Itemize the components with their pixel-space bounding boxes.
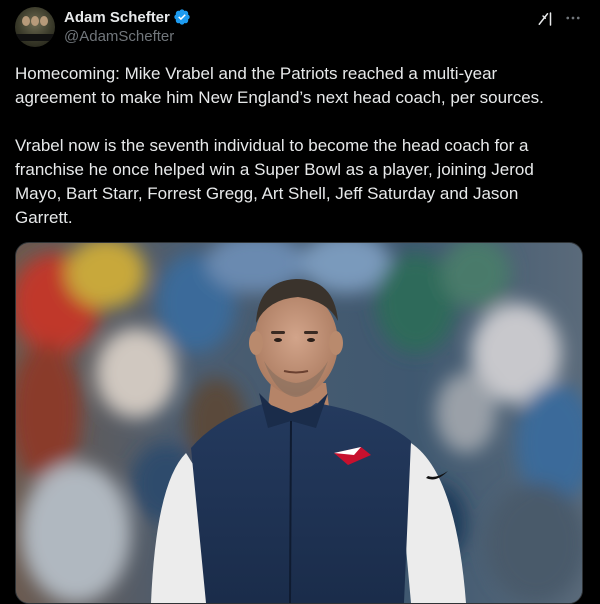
tweet-card: Adam Schefter @AdamSchefter Homecoming: … — [0, 0, 600, 604]
author-handle[interactable]: @AdamSchefter — [64, 28, 174, 45]
tweet-paragraph: Homecoming: Mike Vrabel and the Patriots… — [15, 64, 544, 107]
tweet-media-photo[interactable] — [15, 242, 583, 604]
grok-icon[interactable] — [537, 10, 555, 28]
avatar-figure — [40, 16, 48, 26]
avatar-banner — [15, 34, 55, 41]
coach-photo — [16, 243, 582, 603]
avatar-figure — [22, 16, 30, 26]
author-name-line: Adam Schefter — [64, 7, 191, 27]
tweet-text: Homecoming: Mike Vrabel and the Patriots… — [15, 62, 580, 230]
verified-badge-icon — [174, 9, 190, 25]
avatar[interactable] — [15, 7, 55, 47]
author-display-name[interactable]: Adam Schefter — [64, 9, 170, 26]
avatar-figure — [31, 16, 39, 26]
more-icon[interactable] — [564, 9, 582, 27]
tweet-paragraph: Vrabel now is the seventh individual to … — [15, 136, 534, 227]
